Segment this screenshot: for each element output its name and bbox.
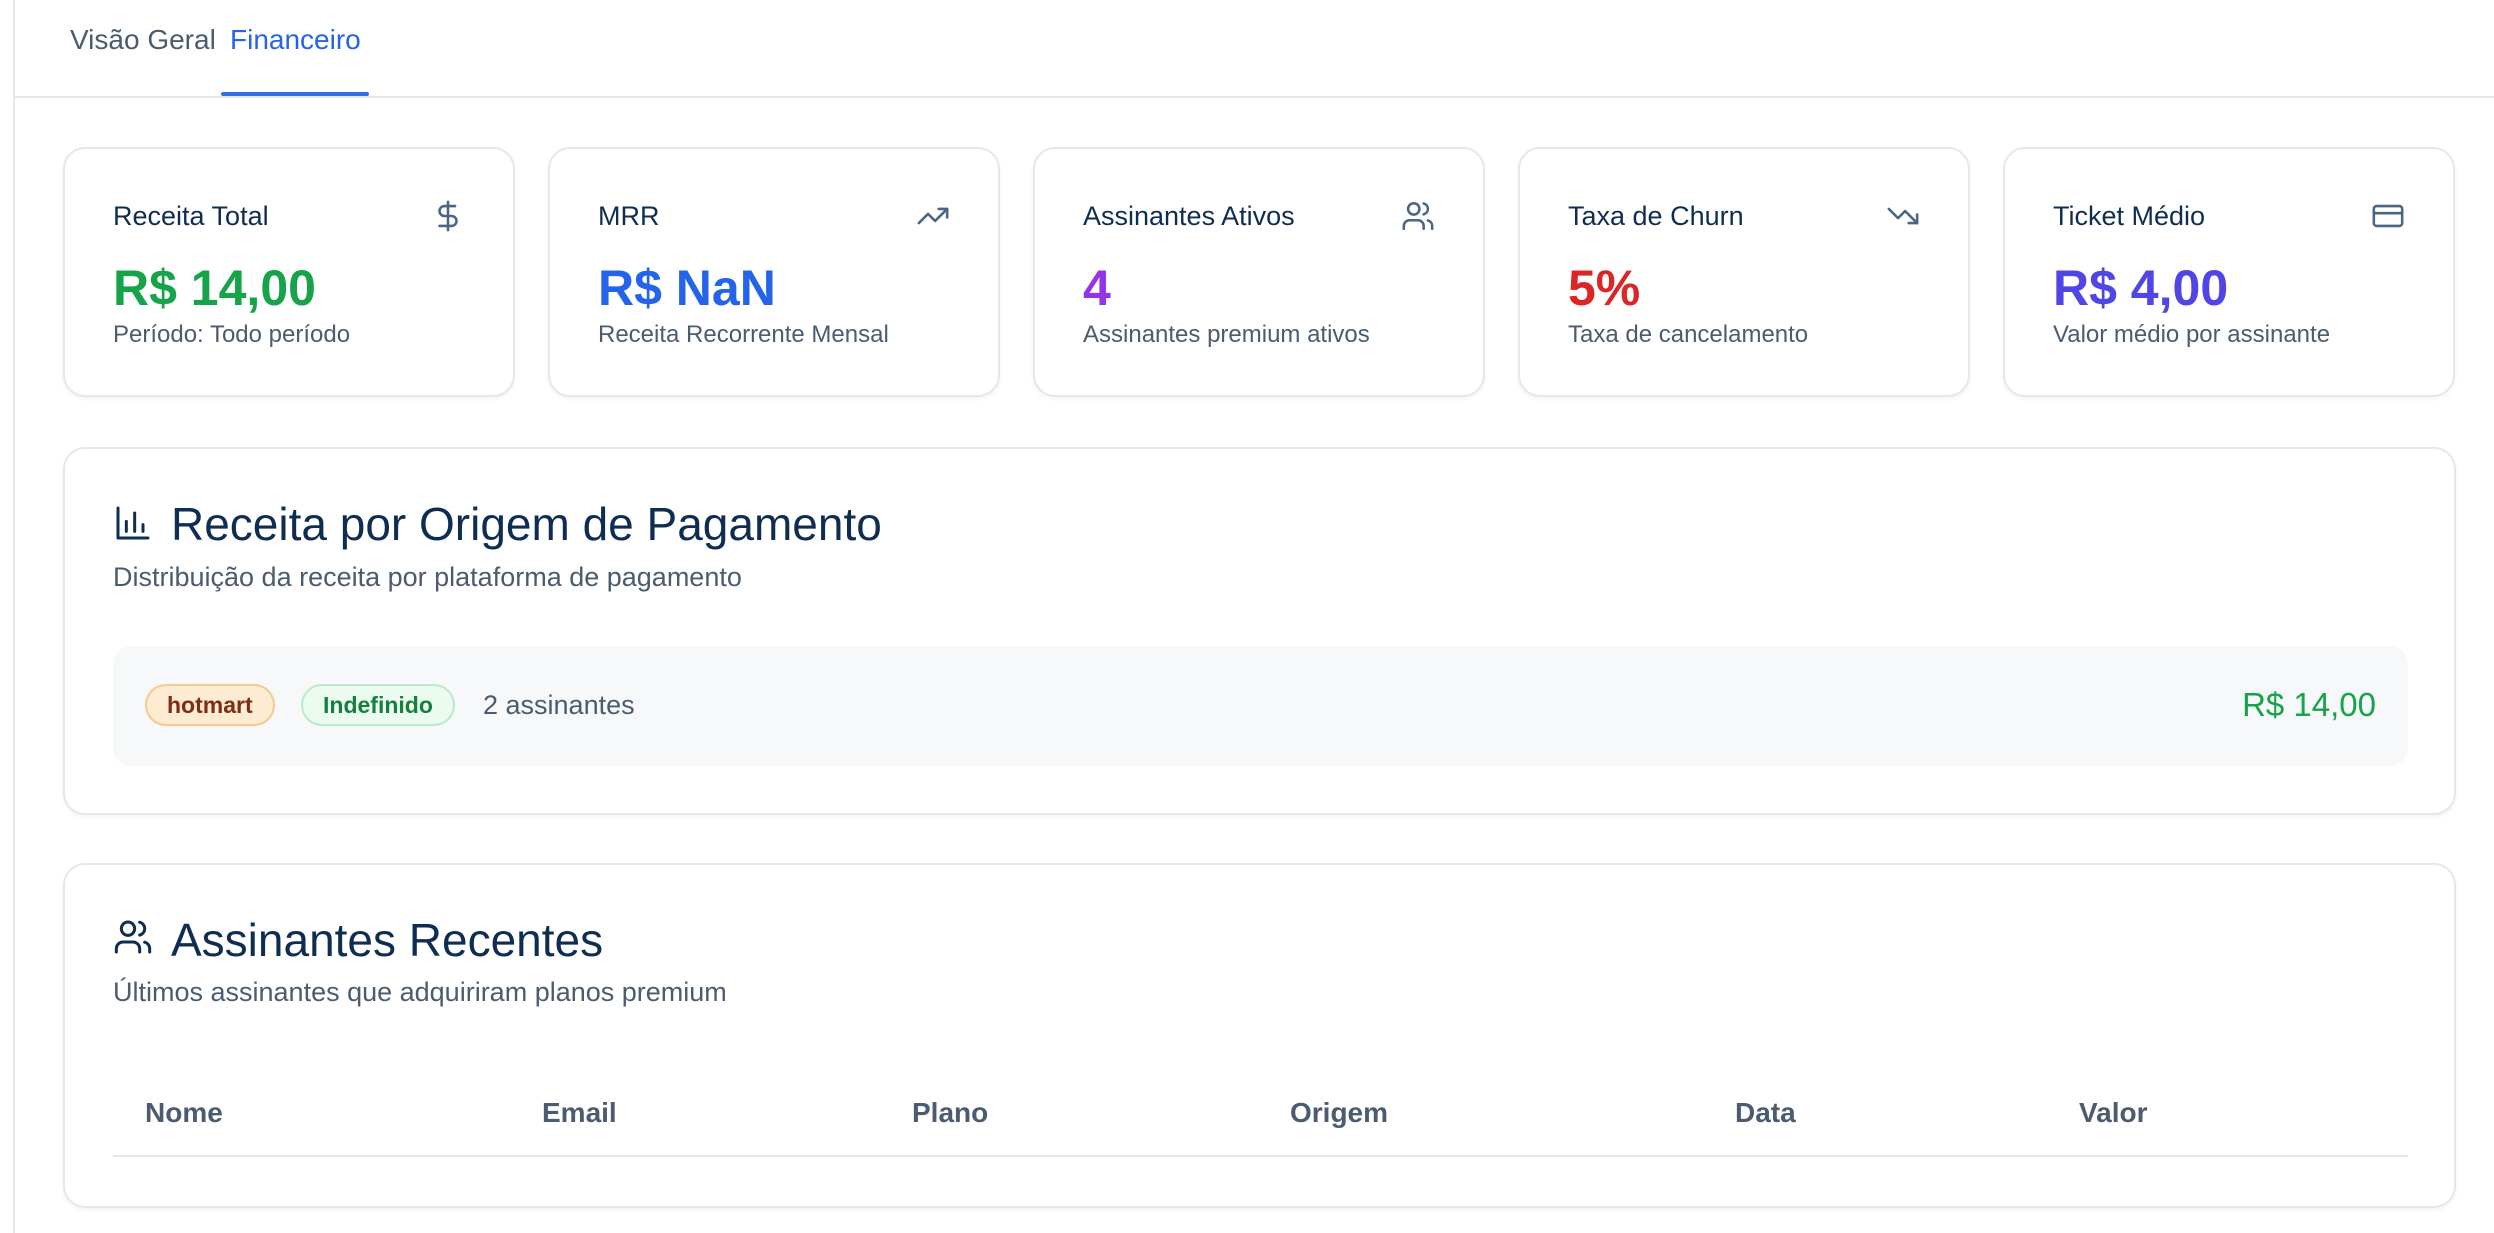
stat-description: Valor médio por assinante	[2053, 321, 2331, 348]
tab-bar: Visão Geral Financeiro	[15, 0, 2494, 98]
stat-title: Ticket Médio	[2053, 201, 2206, 231]
stat-description: Receita Recorrente Mensal	[598, 321, 889, 348]
stat-card-average-ticket: Ticket Médio R$ 4,00 Valor médio por ass…	[2003, 147, 2455, 397]
stat-title: Assinantes Ativos	[1083, 201, 1295, 231]
recent-subscribers-section: Assinantes Recentes Últimos assinantes q…	[63, 863, 2456, 1208]
users-icon	[114, 920, 152, 954]
stat-description: Assinantes premium ativos	[1083, 321, 1370, 348]
column-header-value[interactable]: Valor	[2079, 1097, 2147, 1129]
trending-down-icon	[1887, 207, 1919, 225]
active-tab-indicator	[221, 92, 369, 96]
tab-financial[interactable]: Financeiro	[230, 24, 361, 56]
table-header-divider	[113, 1155, 2408, 1157]
stat-title: MRR	[598, 201, 660, 231]
stat-card-active-subscribers: Assinantes Ativos 4 Assinantes premium a…	[1033, 147, 1485, 397]
section-title: Assinantes Recentes	[171, 914, 604, 966]
origin-badge-hotmart: hotmart	[145, 684, 275, 726]
stat-value: R$ 4,00	[2053, 260, 2229, 316]
column-header-plan[interactable]: Plano	[912, 1097, 988, 1129]
stat-card-mrr: MRR R$ NaN Receita Recorrente Mensal	[548, 147, 1000, 397]
bar-chart-icon	[116, 506, 150, 540]
stat-description: Taxa de cancelamento	[1568, 321, 1809, 348]
column-header-email[interactable]: Email	[542, 1097, 617, 1129]
origin-row: hotmart Indefinido 2 assinantes R$ 14,00	[113, 646, 2408, 766]
column-header-date[interactable]: Data	[1735, 1097, 1796, 1129]
column-header-name[interactable]: Nome	[145, 1097, 223, 1129]
stat-value: 4	[1083, 260, 1111, 316]
stat-title: Receita Total	[113, 201, 269, 231]
section-subtitle: Distribuição da receita por plataforma d…	[113, 562, 742, 592]
origin-badge-undefined: Indefinido	[301, 684, 455, 726]
section-subtitle: Últimos assinantes que adquiriram planos…	[113, 977, 727, 1007]
stat-card-total-revenue: Receita Total R$ 14,00 Período: Todo per…	[63, 147, 515, 397]
revenue-by-origin-section: Receita por Origem de Pagamento Distribu…	[63, 447, 2456, 815]
origin-subscriber-count: 2 assinantes	[483, 690, 635, 720]
tab-overview[interactable]: Visão Geral	[70, 24, 216, 56]
stat-description: Período: Todo período	[113, 321, 351, 348]
stat-title: Taxa de Churn	[1568, 201, 1744, 231]
stat-value: R$ NaN	[598, 260, 776, 316]
financial-dashboard: Visão Geral Financeiro Receita Total R$ …	[13, 0, 2494, 1233]
credit-card-icon	[2372, 204, 2404, 228]
users-icon	[1402, 201, 1434, 231]
trending-up-icon	[917, 207, 949, 225]
stat-card-churn-rate: Taxa de Churn 5% Taxa de cancelamento	[1518, 147, 1970, 397]
stat-value: R$ 14,00	[113, 260, 316, 316]
dollar-icon	[438, 200, 458, 232]
stat-value: 5%	[1568, 260, 1641, 316]
section-title: Receita por Origem de Pagamento	[171, 498, 882, 550]
column-header-origin[interactable]: Origem	[1290, 1097, 1388, 1129]
origin-revenue-value: R$ 14,00	[2242, 686, 2376, 723]
